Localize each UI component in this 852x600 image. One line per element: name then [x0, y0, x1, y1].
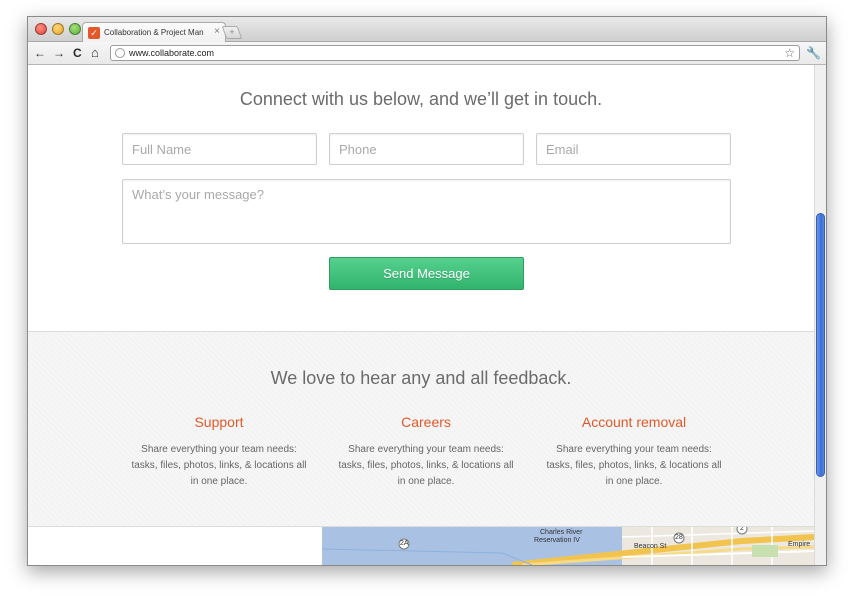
careers-text: Share everything your team needs: tasks,…	[338, 444, 514, 487]
reload-icon[interactable]: C	[73, 45, 82, 61]
map-label-28: 28	[675, 534, 683, 541]
wrench-icon[interactable]: 🔧	[806, 45, 821, 61]
account-removal-column: Account removal Share everything your te…	[544, 414, 724, 490]
browser-toolbar: ← → C ⌂ www.collaborate.com ☆ 🔧	[28, 42, 826, 65]
send-message-button[interactable]: Send Message	[329, 257, 524, 290]
home-icon[interactable]: ⌂	[91, 45, 99, 61]
map-label-empire: Empire	[788, 541, 811, 548]
title-bar: ✓ Collaboration & Project Man × +	[28, 17, 826, 42]
phone-input[interactable]	[329, 133, 524, 165]
minimize-window-button[interactable]	[52, 23, 64, 35]
account-removal-text: Share everything your team needs: tasks,…	[546, 444, 722, 487]
forward-arrow-icon[interactable]: →	[53, 45, 65, 61]
contact-heading: Connect with us below, and we’ll get in …	[239, 89, 603, 109]
new-tab-button[interactable]: +	[221, 26, 243, 39]
page-content: Connect with us below, and we’ll get in …	[28, 65, 826, 565]
zoom-window-button[interactable]	[69, 23, 81, 35]
browser-tab[interactable]: ✓ Collaboration & Project Man ×	[82, 22, 226, 42]
feedback-section: We love to hear any and all feedback. Su…	[28, 332, 814, 527]
tab-title: Collaboration & Project Man	[104, 28, 204, 37]
url-text: www.collaborate.com	[129, 48, 215, 58]
account-removal-title[interactable]: Account removal	[544, 414, 724, 430]
careers-column: Careers Share everything your team needs…	[336, 414, 516, 490]
support-column: Support Share everything your team needs…	[129, 414, 309, 490]
map-label-reservation: Reservation IV	[534, 537, 580, 544]
close-window-button[interactable]	[35, 23, 47, 35]
support-title[interactable]: Support	[129, 414, 309, 430]
scrollbar-thumb[interactable]	[816, 213, 825, 477]
plus-icon: +	[229, 27, 235, 37]
map[interactable]: Charles River Reservation IV Beacon St 2…	[322, 527, 814, 565]
vertical-scrollbar[interactable]	[814, 65, 826, 565]
contact-section: Connect with us below, and we’ll get in …	[28, 65, 814, 332]
globe-icon	[115, 48, 125, 58]
careers-title[interactable]: Careers	[336, 414, 516, 430]
support-text: Share everything your team needs: tasks,…	[131, 444, 307, 487]
favicon-icon: ✓	[88, 27, 100, 39]
address-bar[interactable]: www.collaborate.com ☆	[110, 45, 800, 61]
feedback-heading: We love to hear any and all feedback.	[270, 368, 572, 388]
bookmark-star-icon[interactable]: ☆	[784, 46, 795, 60]
map-label-2a: 2A	[400, 540, 409, 547]
map-label-beacon-st: Beacon St	[634, 543, 667, 550]
map-side-panel	[28, 527, 322, 565]
tab-close-icon[interactable]: ×	[214, 26, 220, 38]
message-textarea[interactable]	[122, 179, 731, 244]
map-label-charles-river: Charles River	[540, 529, 583, 536]
browser-window: ✓ Collaboration & Project Man × + ← → C …	[27, 16, 827, 566]
email-input[interactable]	[536, 133, 731, 165]
back-arrow-icon[interactable]: ←	[34, 45, 46, 61]
map-label-2: 2	[740, 527, 744, 532]
full-name-input[interactable]	[122, 133, 317, 165]
